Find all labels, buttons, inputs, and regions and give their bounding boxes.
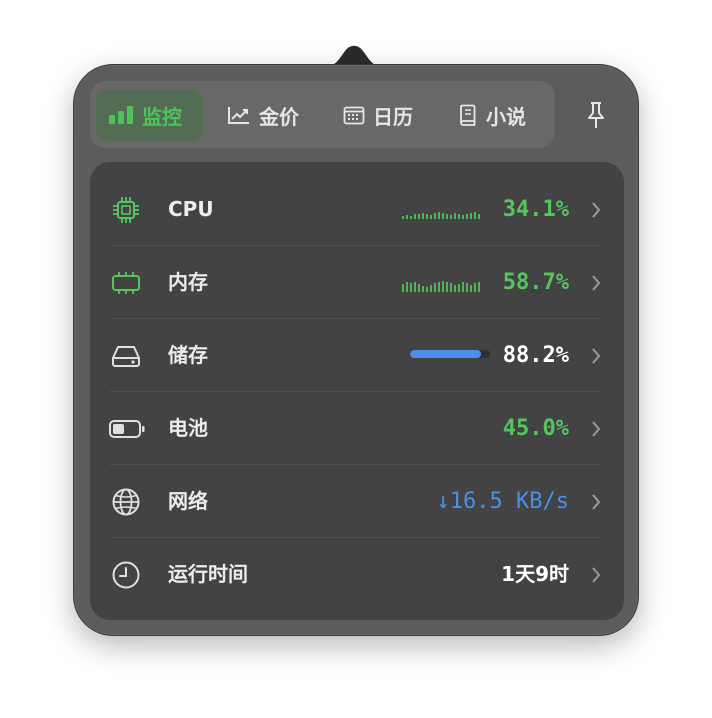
sparkline-bar bbox=[434, 283, 436, 292]
cpu-sparkline bbox=[402, 212, 480, 219]
book-icon bbox=[460, 104, 476, 126]
memory-row[interactable]: 内存 58.7% bbox=[90, 246, 624, 319]
sparkline-bar bbox=[442, 281, 444, 292]
sparkline-bar bbox=[426, 214, 428, 219]
calendar-icon bbox=[343, 106, 365, 125]
chevron-right-icon bbox=[592, 421, 601, 437]
storage-usage-bar bbox=[410, 350, 490, 358]
sparkline-bar bbox=[462, 215, 464, 219]
sparkline-bar bbox=[446, 282, 448, 292]
sparkline-bar bbox=[434, 213, 436, 219]
sparkline-bar bbox=[402, 284, 404, 292]
uptime-label: 运行时间 bbox=[168, 562, 248, 586]
chevron-right-icon bbox=[592, 567, 601, 583]
sparkline-bar bbox=[478, 282, 480, 292]
battery-value: 45.0% bbox=[502, 416, 569, 441]
battery-icon bbox=[109, 420, 145, 438]
storage-label: 储存 bbox=[168, 343, 208, 367]
sparkline-bar bbox=[402, 216, 404, 219]
storage-usage-fill bbox=[410, 350, 481, 358]
sparkline-bar bbox=[422, 213, 424, 219]
sparkline-bar bbox=[454, 213, 456, 219]
sparkline-bar bbox=[426, 287, 428, 292]
sparkline-bar bbox=[478, 214, 480, 219]
tab-label: 金价 bbox=[259, 104, 299, 129]
sparkline-bar bbox=[410, 283, 412, 292]
battery-row[interactable]: 电池 45.0% bbox=[90, 392, 624, 465]
tab-label: 日历 bbox=[373, 104, 413, 129]
sparkline-bar bbox=[414, 214, 416, 219]
sparkline-bar bbox=[450, 215, 452, 219]
trend-line-icon bbox=[228, 107, 249, 124]
network-value: ↓16.5 KB/s bbox=[436, 489, 569, 514]
tab-calendar[interactable]: 日历 bbox=[343, 89, 413, 141]
chevron-right-icon bbox=[592, 348, 601, 364]
storage-row[interactable]: 储存 88.2% bbox=[90, 319, 624, 392]
sparkline-bar bbox=[458, 284, 460, 292]
chevron-right-icon bbox=[592, 202, 601, 218]
sparkline-bar bbox=[442, 213, 444, 219]
sparkline-bar bbox=[406, 282, 408, 292]
chevron-right-icon bbox=[592, 494, 601, 510]
sparkline-bar bbox=[406, 215, 408, 219]
tab-monitor[interactable]: 监控 bbox=[96, 89, 203, 141]
sparkline-bar bbox=[438, 212, 440, 219]
clock-icon bbox=[112, 561, 140, 589]
chevron-right-icon bbox=[592, 275, 601, 291]
bar-chart-icon bbox=[109, 106, 133, 124]
memory-label: 内存 bbox=[168, 270, 208, 294]
tab-novel[interactable]: 小说 bbox=[458, 89, 526, 141]
tab-gold-price[interactable]: 金价 bbox=[227, 89, 299, 141]
sparkline-bar bbox=[470, 213, 472, 219]
cpu-row[interactable]: CPU 34.1% bbox=[90, 173, 624, 246]
tab-label: 监控 bbox=[142, 104, 182, 129]
sparkline-bar bbox=[418, 214, 420, 219]
sparkline-bar bbox=[410, 216, 412, 219]
sparkline-bar bbox=[470, 285, 472, 292]
network-label: 网络 bbox=[168, 489, 208, 513]
pin-icon[interactable] bbox=[583, 100, 609, 130]
uptime-value: 1天9时 bbox=[501, 562, 569, 586]
sparkline-bar bbox=[430, 285, 432, 292]
uptime-row[interactable]: 运行时间 1天9时 bbox=[90, 538, 624, 611]
storage-value: 88.2% bbox=[502, 343, 569, 368]
tab-label: 小说 bbox=[486, 104, 526, 129]
sparkline-bar bbox=[474, 212, 476, 219]
sparkline-bar bbox=[454, 285, 456, 292]
network-row[interactable]: 网络 ↓16.5 KB/s bbox=[90, 465, 624, 538]
memory-icon bbox=[112, 272, 140, 294]
globe-icon bbox=[112, 488, 140, 516]
sparkline-bar bbox=[466, 214, 468, 219]
battery-label: 电池 bbox=[168, 416, 208, 440]
sparkline-bar bbox=[458, 214, 460, 219]
sparkline-bar bbox=[446, 214, 448, 219]
sparkline-bar bbox=[438, 282, 440, 292]
memory-value: 58.7% bbox=[502, 270, 569, 295]
drive-icon bbox=[112, 346, 140, 367]
sparkline-bar bbox=[430, 215, 432, 219]
sparkline-bar bbox=[418, 284, 420, 292]
sparkline-bar bbox=[466, 283, 468, 292]
sparkline-bar bbox=[414, 282, 416, 292]
sparkline-bar bbox=[462, 282, 464, 292]
sparkline-bar bbox=[450, 283, 452, 292]
cpu-value: 34.1% bbox=[502, 197, 569, 222]
memory-sparkline bbox=[402, 281, 480, 292]
chip-icon bbox=[113, 197, 139, 223]
sparkline-bar bbox=[422, 286, 424, 292]
cpu-label: CPU bbox=[168, 197, 214, 221]
sparkline-bar bbox=[474, 283, 476, 292]
